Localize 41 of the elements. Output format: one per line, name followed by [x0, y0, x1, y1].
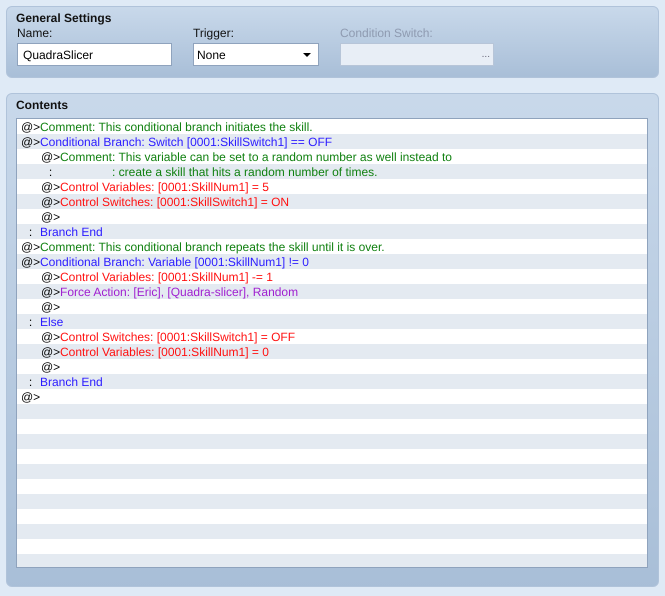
panel-title: General Settings — [16, 10, 112, 26]
command-marker: @> — [21, 135, 40, 150]
command-marker: @> — [41, 195, 60, 210]
trigger-dropdown[interactable]: None — [193, 43, 319, 66]
command-text[interactable]: Control Variables: [0001:SkillNum1] = 0 — [60, 345, 269, 360]
command-text[interactable]: : create a skill that hits a random number of times. — [60, 165, 647, 183]
command-text[interactable]: Control Switches: [0001:SkillSwitch1] = ON — [60, 195, 290, 210]
command-marker: @> — [21, 120, 40, 135]
command-text[interactable]: Comment: This conditional branch repeats the skill until it is over. — [40, 240, 385, 255]
command-marker: : — [48, 165, 54, 180]
command-marker: @> — [41, 270, 60, 285]
command-marker: : — [28, 225, 34, 240]
command-marker: @> — [41, 180, 60, 195]
command-text[interactable]: Branch End — [40, 375, 103, 390]
command-text[interactable]: Control Variables: [0001:SkillNum1] -= 1 — [60, 270, 273, 285]
command-text[interactable]: Control Variables: [0001:SkillNum1] = 5 — [60, 180, 269, 195]
command-text[interactable]: Comment: This conditional branch initiates the skill. — [40, 120, 313, 135]
command-text[interactable]: Else — [40, 315, 64, 330]
command-text[interactable]: Comment: This variable can be set to a random number as well instead to — [60, 150, 452, 165]
command-marker: : — [28, 375, 34, 390]
command-marker: @> — [41, 210, 60, 225]
name-field[interactable]: QuadraSlicer — [17, 43, 172, 66]
command-marker: : — [28, 315, 34, 330]
command-marker: @> — [41, 150, 60, 165]
command-text[interactable]: Control Switches: [0001:SkillSwitch1] = OFF — [60, 330, 296, 345]
command-text[interactable]: Conditional Branch: Switch [0001:SkillSwitch1] == OFF — [40, 135, 332, 150]
command-marker: @> — [41, 330, 60, 345]
field-label: Trigger: — [193, 26, 235, 41]
command-marker: @> — [21, 240, 40, 255]
command-text[interactable]: Force Action: [Eric], [Quadra-slicer], Random — [60, 285, 298, 300]
command-marker: @> — [41, 300, 60, 315]
command-text[interactable]: Branch End — [40, 225, 103, 240]
command-text[interactable]: Conditional Branch: Variable [0001:SkillNum1] != 0 — [40, 255, 309, 270]
command-marker: @> — [41, 285, 60, 300]
panel-title: Contents — [16, 97, 69, 113]
command-marker: @> — [21, 255, 40, 270]
command-marker: @> — [21, 390, 40, 405]
field-label: Name: — [17, 26, 54, 41]
dropdown-arrow-icon — [303, 52, 311, 56]
command-marker: @> — [41, 360, 60, 375]
command-marker: @> — [41, 345, 60, 360]
